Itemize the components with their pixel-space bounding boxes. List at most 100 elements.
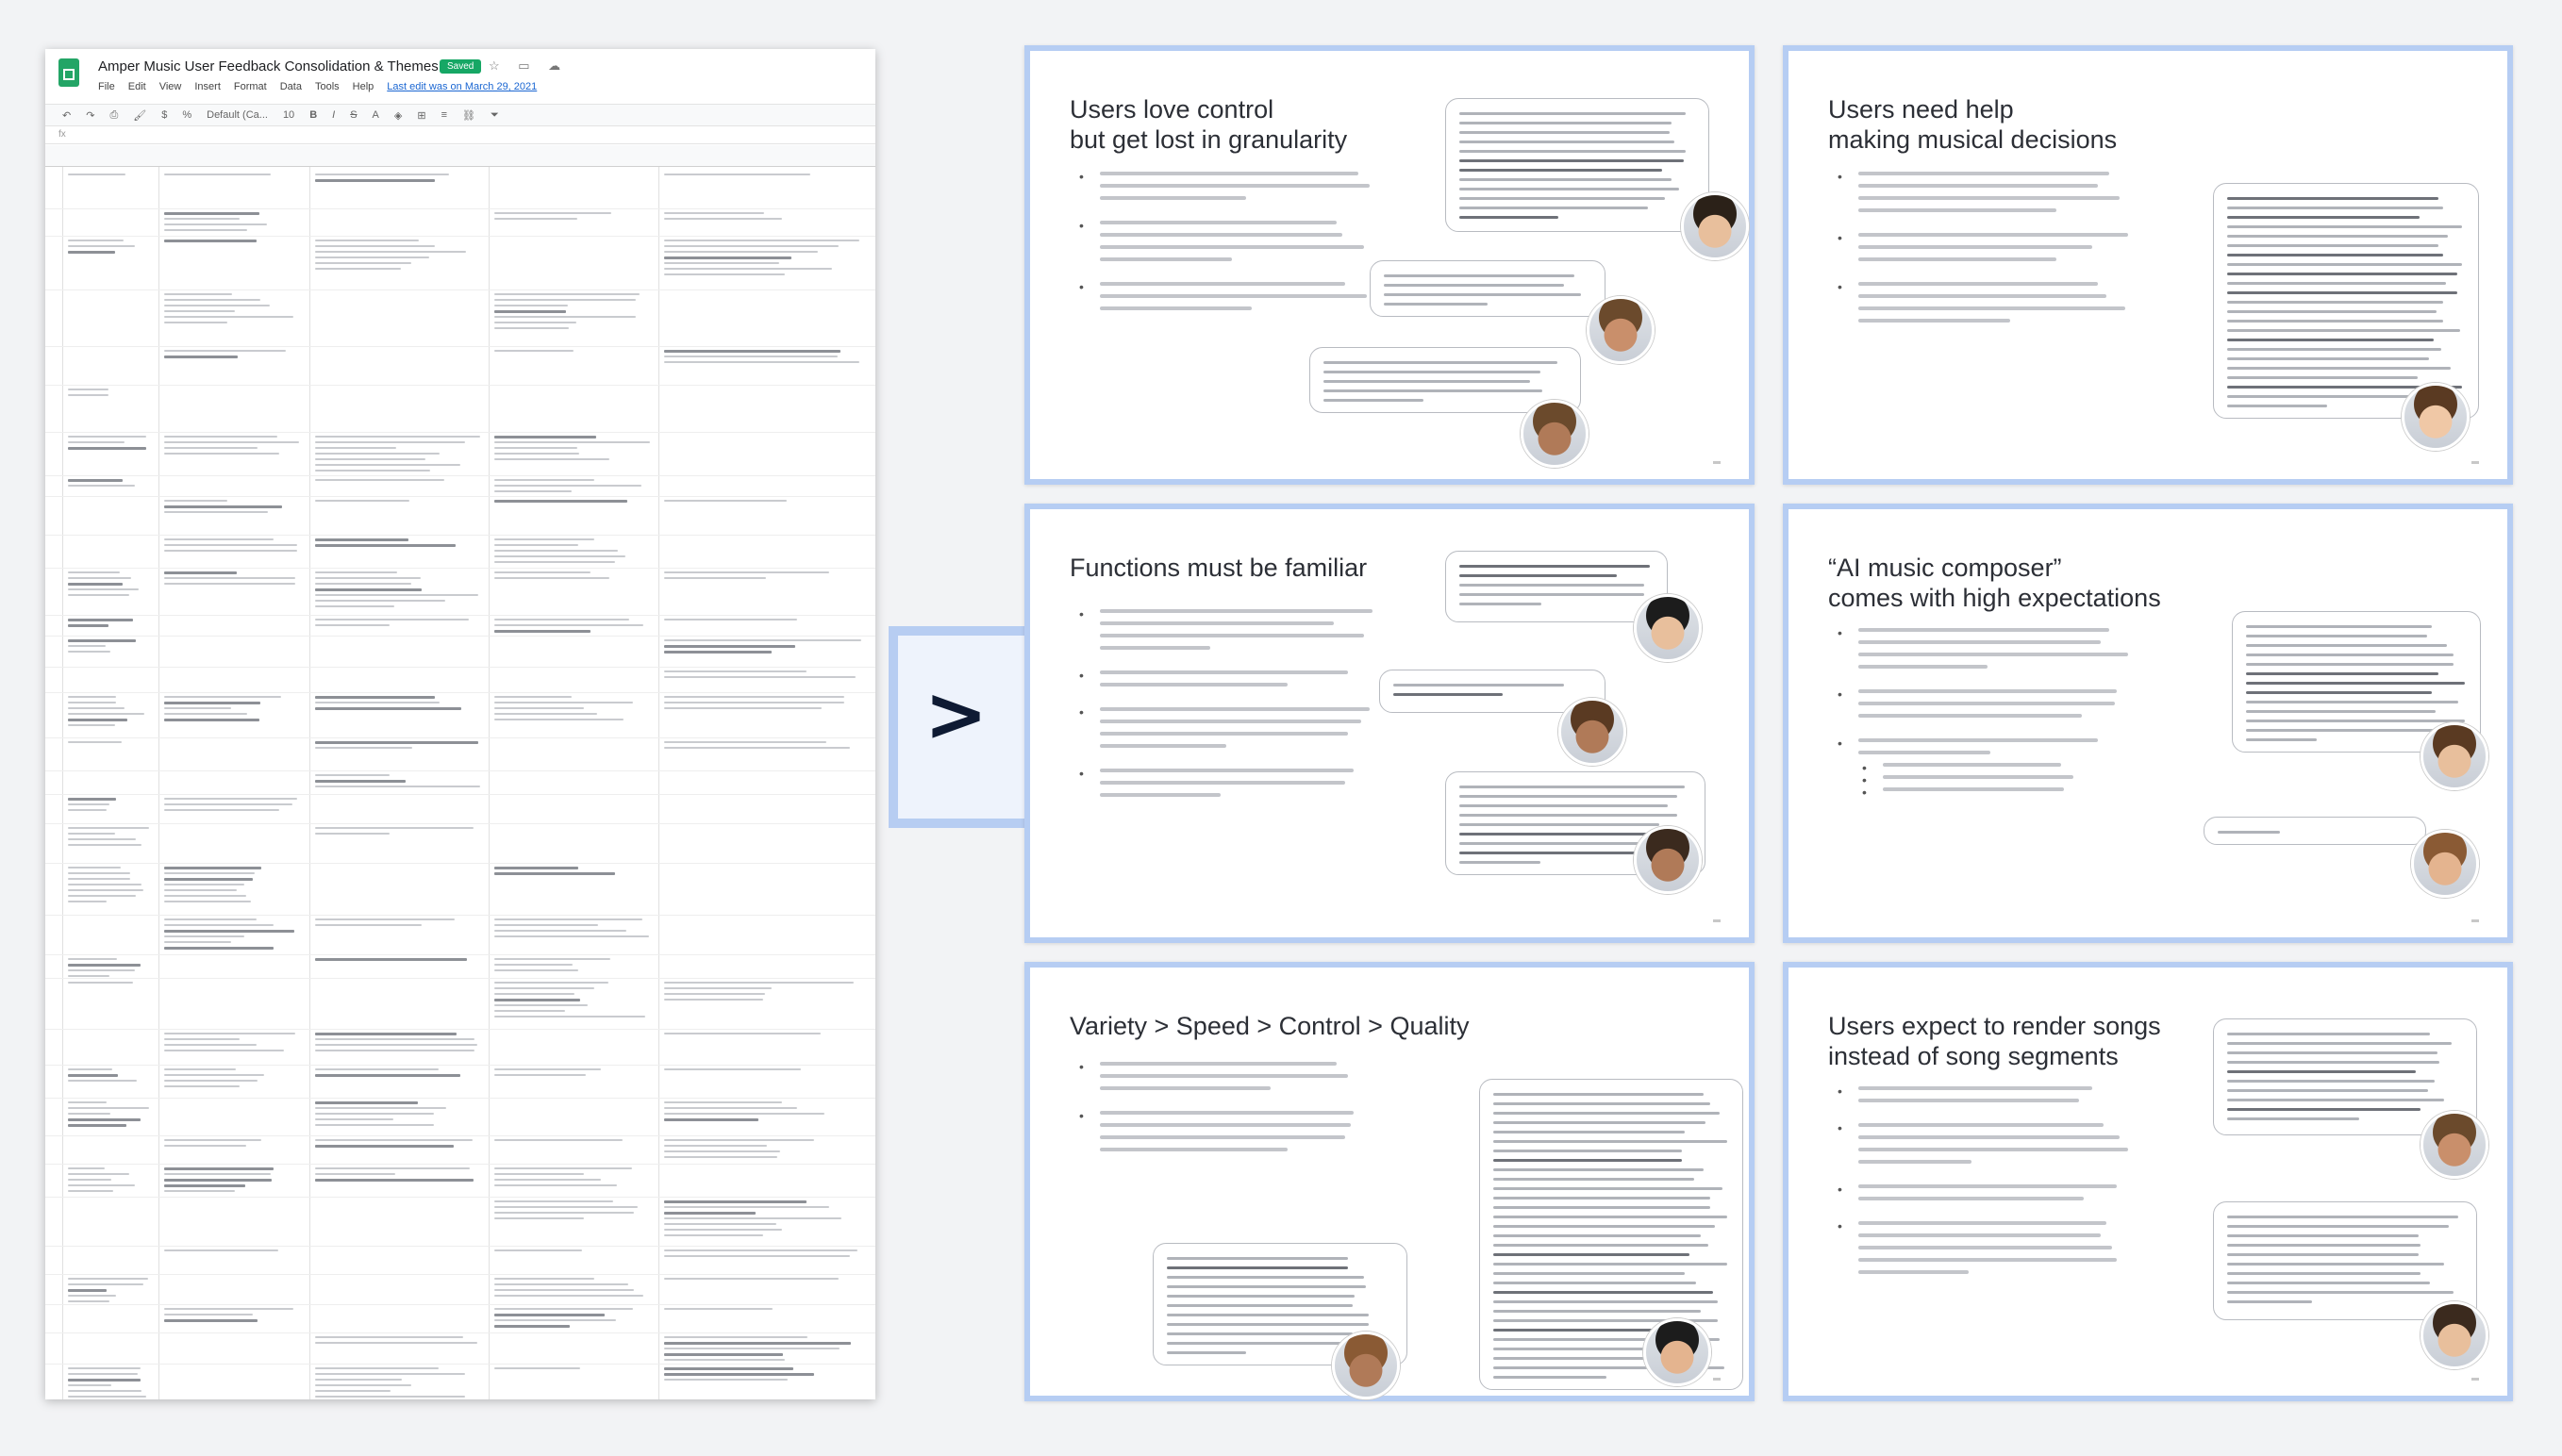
menu-data[interactable]: Data (280, 81, 302, 92)
row-number[interactable] (45, 772, 62, 780)
bullet-text-line (1858, 306, 2126, 310)
font-family-select[interactable]: Default (Ca... (207, 109, 268, 121)
cell-text (664, 262, 779, 264)
row-number[interactable] (45, 434, 62, 441)
menu-insert[interactable]: Insert (194, 81, 221, 92)
row-number[interactable] (45, 172, 62, 179)
row-number[interactable] (45, 291, 62, 299)
slide-musical-decisions[interactable]: Users need help making musical decisions (1783, 45, 2513, 485)
column-header[interactable] (489, 145, 659, 167)
spreadsheet-grid[interactable] (45, 145, 875, 1399)
row-number[interactable] (45, 570, 62, 577)
cell-text (164, 707, 231, 709)
row-number[interactable] (45, 348, 62, 356)
last-edit-link[interactable]: Last edit was on March 29, 2021 (387, 81, 537, 92)
row-number[interactable] (45, 865, 62, 872)
currency-icon[interactable]: $ (161, 109, 167, 121)
row-number[interactable] (45, 980, 62, 987)
row-number[interactable] (45, 694, 62, 702)
row-number[interactable] (45, 537, 62, 544)
cell-text (664, 1373, 814, 1376)
row-number[interactable] (45, 1067, 62, 1074)
row-number[interactable] (45, 1100, 62, 1107)
cell-text (164, 310, 235, 312)
quote-text-line (1459, 814, 1678, 817)
bullet-text-line (1100, 306, 1252, 310)
align-icon[interactable]: ≡ (441, 109, 447, 121)
undo-icon[interactable]: ↶ (62, 109, 71, 122)
row-number[interactable] (45, 796, 62, 803)
borders-icon[interactable]: ⊞ (417, 109, 425, 122)
row-number[interactable] (45, 387, 62, 394)
quote-text-line (2227, 1099, 2444, 1101)
row-number[interactable] (45, 1276, 62, 1283)
menu-tools[interactable]: Tools (315, 81, 340, 92)
menu-file[interactable]: File (98, 81, 115, 92)
paint-format-icon[interactable]: 🖌 (133, 109, 146, 122)
print-icon[interactable]: ⎙ (109, 109, 118, 122)
column-header[interactable] (309, 145, 490, 167)
cell-text (315, 827, 474, 829)
cell-text (315, 600, 445, 602)
row-number[interactable] (45, 917, 62, 924)
row-number[interactable] (45, 825, 62, 833)
cell-text (164, 713, 247, 715)
menu-help[interactable]: Help (353, 81, 374, 92)
percent-icon[interactable]: % (182, 109, 191, 121)
slide-ai-composer-expectations[interactable]: “AI music composer” comes with high expe… (1783, 504, 2513, 943)
row-number[interactable] (45, 1248, 62, 1255)
strikethrough-icon[interactable]: S (350, 109, 357, 121)
cell-text (315, 441, 465, 443)
font-size-select[interactable]: 10 (283, 109, 294, 121)
row-number[interactable] (45, 498, 62, 505)
row-number[interactable] (45, 617, 62, 624)
column-header[interactable] (45, 145, 63, 167)
row-number[interactable] (45, 956, 62, 964)
row-number[interactable] (45, 210, 62, 218)
link-icon[interactable]: ⛓ (462, 109, 475, 122)
google-sheets-logo-icon[interactable] (58, 58, 79, 87)
row-number[interactable] (45, 1306, 62, 1314)
bullet-text-line (1883, 763, 2061, 767)
menu-format[interactable]: Format (234, 81, 267, 92)
column-header[interactable] (62, 145, 159, 167)
slide-control-granularity[interactable]: Users love control but get lost in granu… (1024, 45, 1755, 485)
row-number[interactable] (45, 238, 62, 245)
star-move-cloud-icons[interactable]: ☆ ▭ ☁ (489, 58, 568, 74)
document-title[interactable]: Amper Music User Feedback Consolidation … (98, 58, 439, 74)
slide-variety-speed-control-quality[interactable]: Variety > Speed > Control > Quality (1024, 962, 1755, 1401)
row-number[interactable] (45, 1365, 62, 1373)
row-number[interactable] (45, 1137, 62, 1145)
row-number[interactable] (45, 477, 62, 485)
row-number[interactable] (45, 669, 62, 676)
row-number[interactable] (45, 739, 62, 747)
slide-render-full-songs[interactable]: Users expect to render songs instead of … (1783, 962, 2513, 1401)
row-number[interactable] (45, 1334, 62, 1342)
cell-text (315, 594, 478, 596)
bold-icon[interactable]: B (309, 109, 317, 121)
column-header[interactable] (158, 145, 310, 167)
row-number[interactable] (45, 1166, 62, 1173)
cell-text (315, 605, 394, 607)
formula-bar[interactable]: fx (45, 126, 875, 144)
cell-text (164, 1145, 246, 1147)
cell-text (164, 453, 279, 455)
filter-icon[interactable]: ⏷ (491, 109, 499, 122)
cell-text (494, 1295, 643, 1297)
fill-color-icon[interactable]: ◈ (394, 109, 402, 122)
user-avatar (1643, 1318, 1711, 1386)
italic-icon[interactable]: I (332, 109, 335, 121)
menu-edit[interactable]: Edit (128, 81, 146, 92)
row-number[interactable] (45, 637, 62, 645)
slide-functions-familiar[interactable]: Functions must be familiar (1024, 504, 1755, 943)
sub-bullet-item (1862, 785, 2134, 800)
menu-view[interactable]: View (159, 81, 182, 92)
slide-page-number (1713, 919, 1721, 922)
redo-icon[interactable]: ↷ (86, 109, 94, 122)
column-header[interactable] (658, 145, 875, 167)
row-number[interactable] (45, 1199, 62, 1206)
cell-text (164, 1319, 258, 1322)
text-color-icon[interactable]: A (373, 109, 379, 121)
row-number[interactable] (45, 1031, 62, 1038)
user-avatar (2421, 1111, 2488, 1179)
